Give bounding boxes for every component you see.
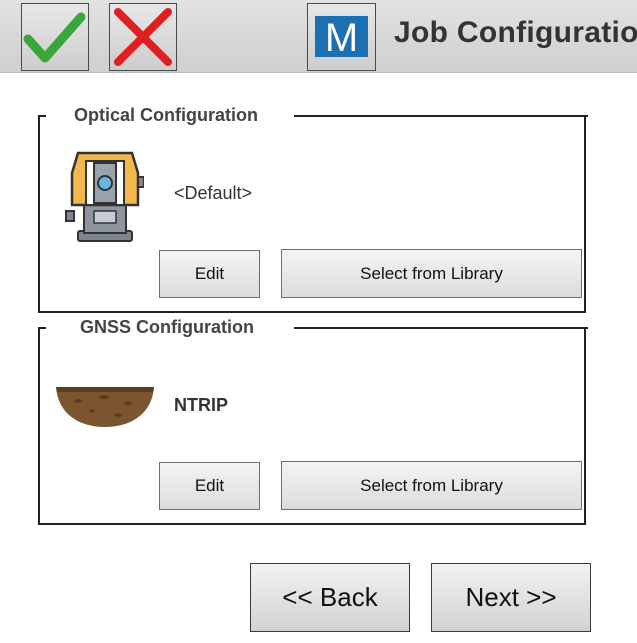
- logo-letter: M: [325, 16, 358, 60]
- gnss-select-library-button[interactable]: Select from Library: [281, 461, 582, 510]
- job-configuration-screen: M Job Configuration Optical Configuratio…: [0, 0, 637, 643]
- header-toolbar: M Job Configuration: [0, 0, 637, 73]
- gnss-configuration-group: GNSS Configuration NTRIP Edit Select fro…: [38, 315, 588, 525]
- gnss-edit-button[interactable]: Edit: [159, 462, 260, 510]
- cancel-button[interactable]: [109, 3, 177, 71]
- checkmark-icon: [23, 12, 86, 63]
- ok-button[interactable]: [21, 3, 89, 71]
- optical-group-title: Optical Configuration: [64, 103, 268, 127]
- logo-icon: M: [315, 16, 368, 60]
- optical-edit-button[interactable]: Edit: [159, 250, 260, 298]
- ground-soil-icon: [56, 387, 154, 427]
- page-title: Job Configuration: [394, 16, 637, 49]
- app-logo: M: [307, 3, 376, 71]
- total-station-icon: [65, 151, 144, 242]
- optical-configuration-group: Optical Configuration <Default> Edit Sel…: [38, 103, 588, 313]
- optical-select-library-button[interactable]: Select from Library: [281, 249, 582, 298]
- back-button[interactable]: << Back: [250, 563, 410, 632]
- group-border: [40, 115, 46, 117]
- next-button[interactable]: Next >>: [431, 563, 591, 632]
- group-border: [294, 115, 588, 117]
- gnss-config-value: NTRIP: [174, 395, 228, 415]
- group-border: [294, 327, 588, 329]
- group-border: [40, 327, 46, 329]
- close-icon: [114, 8, 172, 66]
- gnss-group-title: GNSS Configuration: [70, 315, 264, 339]
- optical-config-value: <Default>: [174, 183, 253, 203]
